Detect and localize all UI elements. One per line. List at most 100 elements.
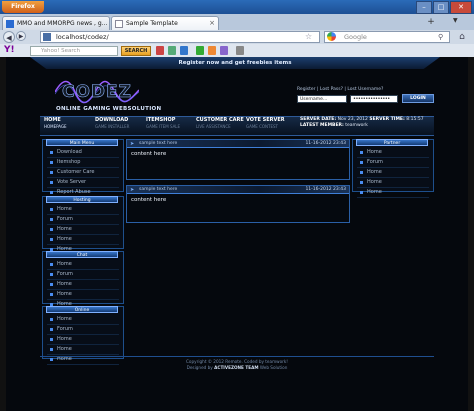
online-list: Home Forum Home Home Home bbox=[47, 315, 119, 365]
menu-title: ITEMSHOP bbox=[146, 117, 176, 123]
home-icon[interactable]: ⌂ bbox=[455, 31, 469, 43]
toolbar-news-icon[interactable] bbox=[180, 46, 188, 55]
list-item[interactable]: Home bbox=[357, 188, 429, 198]
menu-subtitle: GAME INSTALLER bbox=[95, 124, 130, 129]
menu-subtitle: HOMEPAGE bbox=[44, 124, 67, 129]
site-tagline: ONLINE GAMING WEBSOLUTION bbox=[56, 106, 162, 112]
chat-list: Home Forum Home Home Home bbox=[47, 260, 119, 310]
list-item[interactable]: Home bbox=[47, 280, 119, 290]
partner-box: Partner Home Forum Home Home Home bbox=[352, 139, 434, 198]
latest-member-label: LATEST MEMBER: bbox=[300, 123, 344, 128]
list-item[interactable]: Forum bbox=[357, 158, 429, 168]
site-logo[interactable]: CODEZ bbox=[62, 82, 132, 103]
list-item[interactable]: Forum bbox=[47, 270, 119, 280]
list-item[interactable]: Forum bbox=[47, 325, 119, 335]
password-field[interactable]: ••••••••••••••• bbox=[350, 95, 398, 103]
toolbar-answers-icon[interactable] bbox=[196, 46, 204, 55]
menu-home[interactable]: HOME HOMEPAGE bbox=[44, 117, 67, 133]
credits-prefix: Designed by bbox=[186, 365, 213, 370]
minimize-icon[interactable]: – bbox=[416, 1, 432, 14]
list-item[interactable]: Home bbox=[47, 225, 119, 235]
list-item[interactable]: Customer Care bbox=[47, 168, 119, 178]
post-body: content here bbox=[131, 197, 167, 203]
footer-divider bbox=[40, 356, 434, 357]
list-item[interactable]: Home bbox=[47, 315, 119, 325]
search-bar[interactable] bbox=[324, 31, 450, 43]
box-title: Chat bbox=[46, 251, 118, 258]
post-date: 11-16-2012 23:43 bbox=[305, 141, 346, 146]
list-item[interactable]: Itemshop bbox=[47, 158, 119, 168]
server-time-label: SERVER TIME: bbox=[369, 117, 405, 122]
menu-subtitle: GAME CONTEST bbox=[246, 124, 278, 129]
toolbar-games-icon[interactable] bbox=[220, 46, 228, 55]
menu-title: DOWNLOAD bbox=[95, 117, 129, 123]
list-item[interactable]: Home bbox=[47, 235, 119, 245]
window-controls: – □ ✕ bbox=[416, 1, 472, 14]
list-item[interactable]: Home bbox=[47, 290, 119, 300]
server-date-label: SERVER DATE: bbox=[300, 117, 337, 122]
tab-sample-template[interactable]: Sample Template × bbox=[111, 16, 219, 30]
yahoo-logo[interactable]: Y! bbox=[4, 45, 15, 56]
toolbar-mail-icon[interactable] bbox=[156, 46, 164, 55]
tab-label: MMO and MMORPG news , g... bbox=[17, 20, 108, 27]
list-item[interactable]: Home bbox=[47, 205, 119, 215]
maximize-icon[interactable]: □ bbox=[433, 1, 449, 14]
latest-member-value[interactable]: teamwork bbox=[345, 123, 368, 128]
post-panel: sample text here ➤ 11-16-2012 23:43 cont… bbox=[126, 139, 350, 180]
box-title: Partner bbox=[356, 139, 428, 146]
menu-subtitle: LIVE ASSISTANCE bbox=[196, 124, 231, 129]
firefox-menu-button[interactable]: Firefox bbox=[2, 1, 44, 13]
yahoo-search-button[interactable]: SEARCH bbox=[121, 46, 151, 56]
list-item[interactable]: Vote Server bbox=[47, 178, 119, 188]
menu-vote-server[interactable]: VOTE SERVER GAME CONTEST bbox=[246, 117, 285, 133]
back-icon[interactable]: ◀ bbox=[3, 31, 15, 43]
tab-close-icon[interactable]: × bbox=[209, 17, 215, 30]
list-item[interactable]: Download bbox=[47, 148, 119, 158]
forward-icon[interactable]: ▶ bbox=[16, 31, 26, 41]
toolbar-shopping-icon[interactable] bbox=[168, 46, 176, 55]
server-time-value: 8:15:57 bbox=[406, 117, 424, 122]
tab-list-icon[interactable]: ▼ bbox=[453, 17, 465, 29]
menu-subtitle: GAME ITEM SALE bbox=[146, 124, 181, 129]
server-info: SERVER DATE: Nov 23, 2012 SERVER TIME: 8… bbox=[300, 117, 424, 129]
site-favicon-icon bbox=[6, 20, 14, 28]
menu-download[interactable]: DOWNLOAD GAME INSTALLER bbox=[95, 117, 129, 133]
toolbar-finance-icon[interactable] bbox=[208, 46, 216, 55]
credits-team[interactable]: ACTIVEZONE TEAM bbox=[214, 365, 258, 370]
credits-text: Designed by ACTIVEZONE TEAM Web Solution bbox=[40, 365, 434, 371]
new-tab-icon[interactable]: + bbox=[425, 16, 437, 28]
online-box: Online Home Forum Home Home Home bbox=[42, 306, 124, 365]
hosting-list: Home Forum Home Home Home bbox=[47, 205, 119, 255]
search-icon[interactable]: ⚲ bbox=[438, 31, 443, 43]
login-button[interactable]: LOGIN bbox=[402, 94, 434, 103]
footer: Copyright © 2012 Remote. Coded by teamwo… bbox=[40, 359, 434, 371]
list-item[interactable]: Home bbox=[357, 168, 429, 178]
close-icon[interactable]: ✕ bbox=[450, 1, 472, 14]
toolbar-more-icon[interactable] bbox=[236, 46, 244, 55]
menu-customer-care[interactable]: CUSTOMER CARE LIVE ASSISTANCE bbox=[196, 117, 244, 133]
site-identity-icon bbox=[43, 33, 51, 41]
menu-itemshop[interactable]: ITEMSHOP GAME ITEM SALE bbox=[146, 117, 180, 133]
tab-mmo-news[interactable]: MMO and MMORPG news , g... bbox=[2, 16, 110, 30]
bookmark-star-icon[interactable]: ☆ bbox=[305, 31, 312, 43]
yahoo-search-input[interactable]: Yahoo! Search bbox=[30, 46, 118, 56]
post-title[interactable]: sample text here bbox=[139, 187, 177, 192]
server-date-value: Nov 23, 2012 bbox=[337, 117, 368, 122]
username-field[interactable]: Username... bbox=[297, 95, 347, 103]
list-item[interactable]: Forum bbox=[47, 215, 119, 225]
list-item[interactable]: Home bbox=[357, 148, 429, 158]
list-item[interactable]: Home bbox=[47, 345, 119, 355]
post-title[interactable]: sample text here bbox=[139, 141, 177, 146]
list-item[interactable]: Home bbox=[47, 260, 119, 270]
account-links[interactable]: Register | Lost Pass? | Lost Username? bbox=[297, 87, 383, 92]
post-arrow-icon: ➤ bbox=[130, 141, 135, 147]
box-title: Hosting bbox=[46, 196, 118, 203]
menu-title: HOME bbox=[44, 117, 61, 123]
list-item[interactable]: Home bbox=[47, 335, 119, 345]
register-banner-text[interactable]: Register now and get freebies items bbox=[30, 57, 440, 69]
browser-titlebar bbox=[0, 0, 474, 14]
post-panel: sample text here ➤ 11-16-2012 23:43 cont… bbox=[126, 185, 350, 223]
box-title: Online bbox=[46, 306, 118, 313]
url-text: localhost/codez/ bbox=[56, 33, 109, 41]
list-item[interactable]: Home bbox=[357, 178, 429, 188]
